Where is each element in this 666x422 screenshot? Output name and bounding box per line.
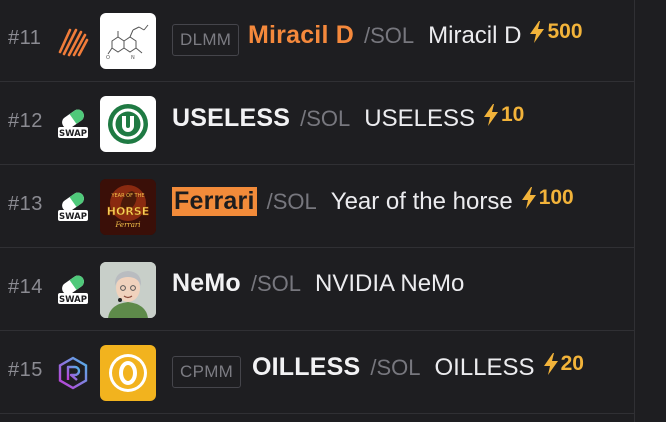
- token-row[interactable]: #13 SWAP YEAR OF THE HORSE Ferrari Ferra…: [0, 165, 634, 248]
- boost-value: 500: [547, 20, 583, 43]
- token-name: OILLESS: [434, 354, 535, 381]
- oilless-coin-icon: [109, 354, 147, 392]
- token-row[interactable]: #12 SWAP USELESS /SOL USELESS 10: [0, 82, 634, 165]
- molecule-icon: N O: [106, 24, 149, 61]
- horse-logo-icon: YEAR OF THE HORSE Ferrari: [100, 179, 156, 235]
- token-logo: YEAR OF THE HORSE Ferrari: [100, 179, 156, 235]
- token-list: #11 N O DLMM Miracil D /SOL Miracil D 50…: [0, 0, 666, 422]
- svg-text:N: N: [131, 55, 135, 61]
- token-name: NVIDIA NeMo: [315, 270, 465, 297]
- boost-badge: 500: [529, 20, 583, 44]
- boost-value: 20: [560, 352, 584, 375]
- svg-text:SWAP: SWAP: [59, 129, 87, 139]
- pumpswap-dex-icon: SWAP: [58, 275, 88, 305]
- avatar-icon: [100, 262, 156, 318]
- pool-type-badge: CPMM: [172, 356, 242, 388]
- svg-text:SWAP: SWAP: [59, 212, 87, 222]
- token-symbol: Miracil D: [248, 21, 354, 49]
- svg-text:YEAR OF THE: YEAR OF THE: [110, 193, 144, 199]
- lightning-icon: [483, 104, 498, 126]
- token-name: Miracil D: [428, 22, 522, 49]
- rank-label: #14: [8, 276, 43, 298]
- token-name-group: Ferrari /SOL Year of the horse 100: [172, 186, 574, 216]
- quote-pair: /SOL: [370, 355, 421, 380]
- lightning-icon: [530, 21, 545, 43]
- token-row[interactable]: #11 N O DLMM Miracil D /SOL Miracil D 50…: [0, 0, 634, 82]
- quote-pair: /SOL: [266, 189, 317, 214]
- pool-type-badge: DLMM: [172, 24, 240, 56]
- token-symbol-highlighted: Ferrari: [172, 187, 257, 216]
- boost-badge: 20: [543, 352, 584, 376]
- token-symbol: OILLESS: [252, 353, 361, 381]
- rank-label: #11: [8, 27, 42, 49]
- useless-logo-icon: [108, 104, 148, 144]
- token-symbol: USELESS: [172, 104, 291, 132]
- token-row[interactable]: #14 SWAP NeMo /SOL NVIDIA NeMo: [0, 248, 634, 331]
- token-logo: [100, 345, 156, 401]
- boost-value: 100: [538, 186, 574, 209]
- raydium-dex-icon: [58, 356, 88, 390]
- svg-text:O: O: [106, 55, 110, 61]
- quote-pair: /SOL: [300, 106, 351, 131]
- token-name: Year of the horse: [330, 188, 513, 215]
- lightning-icon: [543, 353, 558, 375]
- token-symbol: NeMo: [172, 269, 241, 297]
- token-name: USELESS: [364, 105, 475, 132]
- token-logo: [100, 96, 156, 152]
- token-logo: [100, 262, 156, 318]
- boost-value: 10: [500, 103, 525, 126]
- pumpswap-dex-icon: SWAP: [58, 109, 88, 139]
- token-name-group: OILLESS /SOL OILLESS 20: [252, 352, 584, 382]
- column-divider: [634, 0, 635, 422]
- token-name-group: USELESS /SOL USELESS 10: [172, 103, 524, 133]
- lightning-icon: [521, 187, 536, 209]
- svg-text:SWAP: SWAP: [59, 295, 87, 305]
- pumpswap-dex-icon: SWAP: [58, 192, 88, 222]
- token-row[interactable]: #15 CPMM OILLESS /SOL OILLESS 20: [0, 331, 634, 414]
- token-name-group: NeMo /SOL NVIDIA NeMo: [172, 269, 464, 298]
- quote-pair: /SOL: [250, 271, 301, 296]
- rank-label: #15: [8, 359, 43, 381]
- rank-label: #12: [8, 110, 43, 132]
- rank-label: #13: [8, 193, 43, 215]
- boost-badge: 100: [521, 186, 574, 210]
- svg-text:Ferrari: Ferrari: [114, 221, 140, 229]
- boost-badge: 10: [483, 103, 524, 127]
- token-name-group: Miracil D /SOL Miracil D 500: [248, 20, 583, 50]
- token-logo: N O: [100, 13, 156, 69]
- meteora-dex-icon: [58, 28, 89, 57]
- svg-text:HORSE: HORSE: [107, 205, 149, 218]
- quote-pair: /SOL: [364, 23, 415, 48]
